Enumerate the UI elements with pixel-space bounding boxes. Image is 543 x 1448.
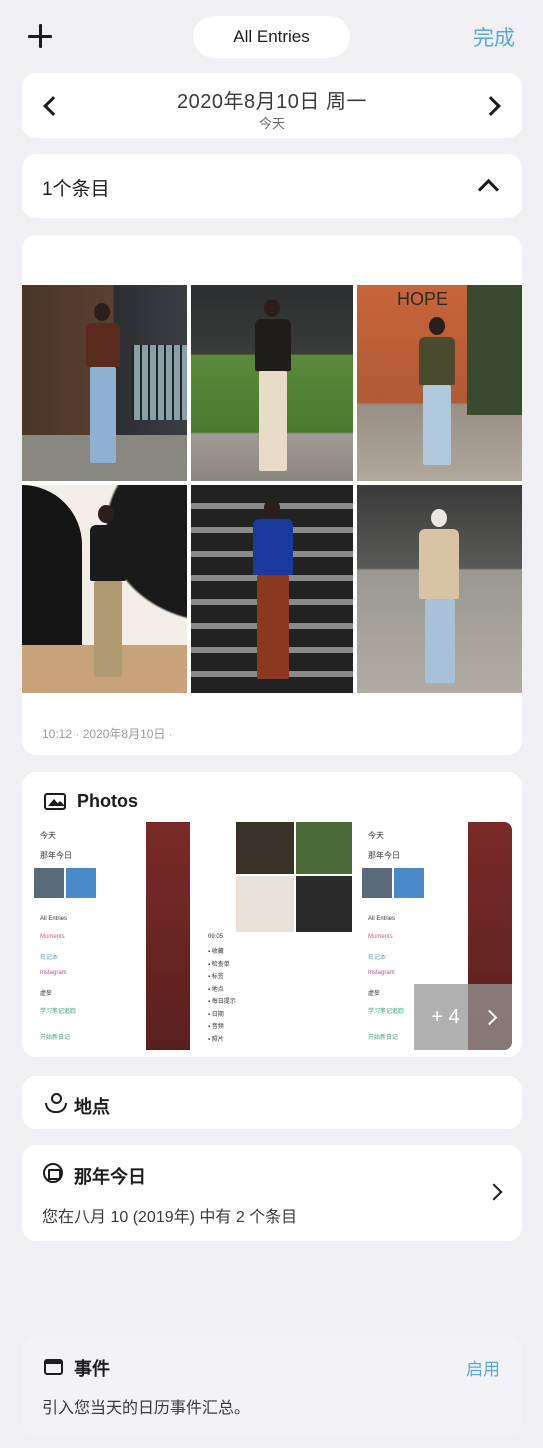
- mini-onthisday: 那年今日: [368, 851, 400, 860]
- mini-today: 今天: [40, 831, 56, 840]
- more-photos-button[interactable]: + 4: [414, 984, 512, 1050]
- photo-thumbnail[interactable]: 今天 那年今日 All Entries Moments 日记本 Instagram 虚妄…: [34, 822, 190, 1050]
- mini-onthisday: 那年今日: [40, 851, 72, 860]
- entry-timestamp: 10:12 · 2020年8月10日 ·: [42, 727, 173, 741]
- mini-new-journal: 开始新日记: [368, 1035, 399, 1041]
- entry-photo-collage[interactable]: HOPE: [22, 285, 522, 693]
- on-this-day-description: 您在八月 10 (2019年) 中有 2 个条目: [42, 1209, 298, 1226]
- entry-photo[interactable]: [357, 485, 522, 693]
- mini-menu-item: ▪ 日期: [208, 1011, 224, 1018]
- date-title[interactable]: 2020年8月10日 周一: [22, 85, 522, 114]
- mini-menu-item: ▪ 标签: [208, 974, 224, 980]
- date-navigation: 2020年8月10日 周一 今天: [22, 73, 522, 138]
- mini-menu-item: ▪ 地点: [208, 986, 224, 993]
- photos-thumbnails[interactable]: 今天 那年今日 All Entries Moments 日记本 Instagram 虚妄…: [34, 822, 512, 1050]
- enable-events-button[interactable]: 启用: [466, 1355, 500, 1380]
- date-relative-label: 今天: [258, 116, 285, 131]
- mini-journal-item: 虚妄: [40, 991, 53, 997]
- events-section: 事件 启用 引入您当天的日历事件汇总。: [22, 1336, 522, 1436]
- done-button[interactable]: 完成: [473, 22, 515, 52]
- photos-title: Photos: [77, 791, 138, 811]
- calendar-circle-icon: [43, 1163, 63, 1183]
- mini-menu-item: ▪ 每日提示: [208, 999, 236, 1005]
- photo-thumbnail[interactable]: 今天 那年今日 All Entries Moments 日记本 Instagram 虚妄…: [362, 822, 512, 1050]
- mini-journal-item: Moments: [368, 934, 393, 940]
- more-photos-count: + 4: [431, 1005, 460, 1028]
- entry-count-header[interactable]: 1个条目: [22, 154, 522, 218]
- mini-menu-item: ▪ 音频: [208, 1024, 224, 1030]
- chevron-right-icon[interactable]: [485, 1183, 503, 1201]
- mini-journal-item: All Entries: [368, 916, 396, 922]
- mini-journal-item: Moments: [40, 934, 65, 940]
- chevron-right-icon: [481, 1009, 497, 1025]
- mini-menu-item: ▪ 收藏: [208, 949, 224, 955]
- place-title: 地点: [74, 1097, 110, 1117]
- entry-photo[interactable]: [191, 485, 353, 693]
- mini-journal-item: Instagram: [40, 970, 67, 976]
- top-bar: All Entries 完成: [0, 0, 543, 70]
- mini-new-journal: 开始新日记: [40, 1035, 71, 1041]
- mini-journal-item: 日记本: [40, 955, 59, 961]
- mini-journal-item: Instagram: [368, 970, 395, 976]
- mini-journal-item: 日记本: [368, 955, 387, 961]
- calendar-icon: [44, 1359, 63, 1375]
- photo-thumbnail[interactable]: 09:05 ▪ 收藏 ▪ 检查单 ▪ 标签 ▪ 地点 ▪ 每日提示 ▪ 日期 ▪ 音频 ▪ 照…: [202, 822, 352, 1050]
- place-section[interactable]: 地点: [22, 1076, 522, 1129]
- plus-icon[interactable]: [26, 22, 54, 50]
- mini-journal-item: 虚妄: [368, 991, 381, 997]
- image-icon: [44, 793, 66, 810]
- mini-menu-item: ▪ 照片: [208, 1036, 224, 1043]
- journal-selector[interactable]: All Entries: [193, 16, 350, 58]
- mini-journal-item: 学习笔记追踪: [40, 1009, 77, 1015]
- events-title: 事件: [74, 1359, 110, 1379]
- entry-photo[interactable]: [22, 285, 187, 481]
- entry-count-label: 1个条目: [42, 179, 110, 200]
- entry-photo[interactable]: [22, 485, 187, 693]
- location-pin-icon: [44, 1093, 67, 1115]
- chevron-up-icon[interactable]: [477, 178, 500, 201]
- photos-section: Photos 今天 那年今日 All Entries Moments 日记本 Inst…: [22, 772, 522, 1057]
- entry-photo[interactable]: HOPE: [357, 285, 522, 481]
- mini-journal-item: All Entries: [40, 916, 68, 922]
- mini-today: 今天: [368, 831, 384, 840]
- on-this-day-title: 那年今日: [74, 1167, 146, 1187]
- mini-time: 09:05: [208, 934, 224, 940]
- mini-menu-item: ▪ 检查单: [208, 961, 230, 968]
- mini-journal-item: 学习笔记追踪: [368, 1009, 405, 1015]
- events-description: 引入您当天的日历事件汇总。: [42, 1400, 251, 1417]
- on-this-day-section[interactable]: 那年今日 您在八月 10 (2019年) 中有 2 个条目: [22, 1145, 522, 1241]
- entry-photo[interactable]: [191, 285, 353, 481]
- entry-card[interactable]: HOPE 10:12 · 2020年8月10日 ·: [22, 235, 522, 755]
